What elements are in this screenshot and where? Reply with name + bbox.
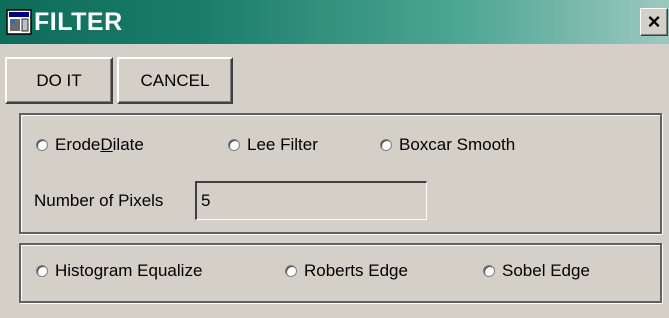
radio-roberts-edge-label: Roberts Edge xyxy=(304,261,408,280)
window-title: FILTER xyxy=(34,8,123,36)
radio-circle-icon[interactable] xyxy=(36,139,48,151)
close-icon: × xyxy=(647,9,661,34)
radio-circle-icon[interactable] xyxy=(36,265,48,277)
radio-circle-icon[interactable] xyxy=(228,139,240,151)
do-it-button[interactable]: DO IT xyxy=(5,57,113,104)
cancel-button[interactable]: CANCEL xyxy=(117,57,233,104)
radio-sobel-edge-label: Sobel Edge xyxy=(502,261,590,280)
app-window-icon xyxy=(6,9,32,35)
radio-circle-icon[interactable] xyxy=(483,265,495,277)
radio-boxcar-smooth-label: Boxcar Smooth xyxy=(399,135,516,154)
filter-dialog: FILTER × DO IT CANCEL ErodeDilate Lee Fi… xyxy=(0,0,669,318)
number-of-pixels-label: Number of Pixels xyxy=(34,191,164,210)
title-bar[interactable]: FILTER × xyxy=(0,0,669,44)
close-button[interactable]: × xyxy=(640,8,668,36)
radio-erode-dilate-label: ErodeDilate xyxy=(55,135,144,154)
do-it-label: DO IT xyxy=(36,71,82,90)
cancel-label: CANCEL xyxy=(140,71,210,90)
radio-circle-icon[interactable] xyxy=(380,139,392,151)
radio-circle-icon[interactable] xyxy=(285,265,297,277)
radio-histogram-equalize-label: Histogram Equalize xyxy=(55,261,203,280)
radio-lee-filter-label: Lee Filter xyxy=(247,135,318,154)
number-of-pixels-input[interactable] xyxy=(195,181,427,220)
